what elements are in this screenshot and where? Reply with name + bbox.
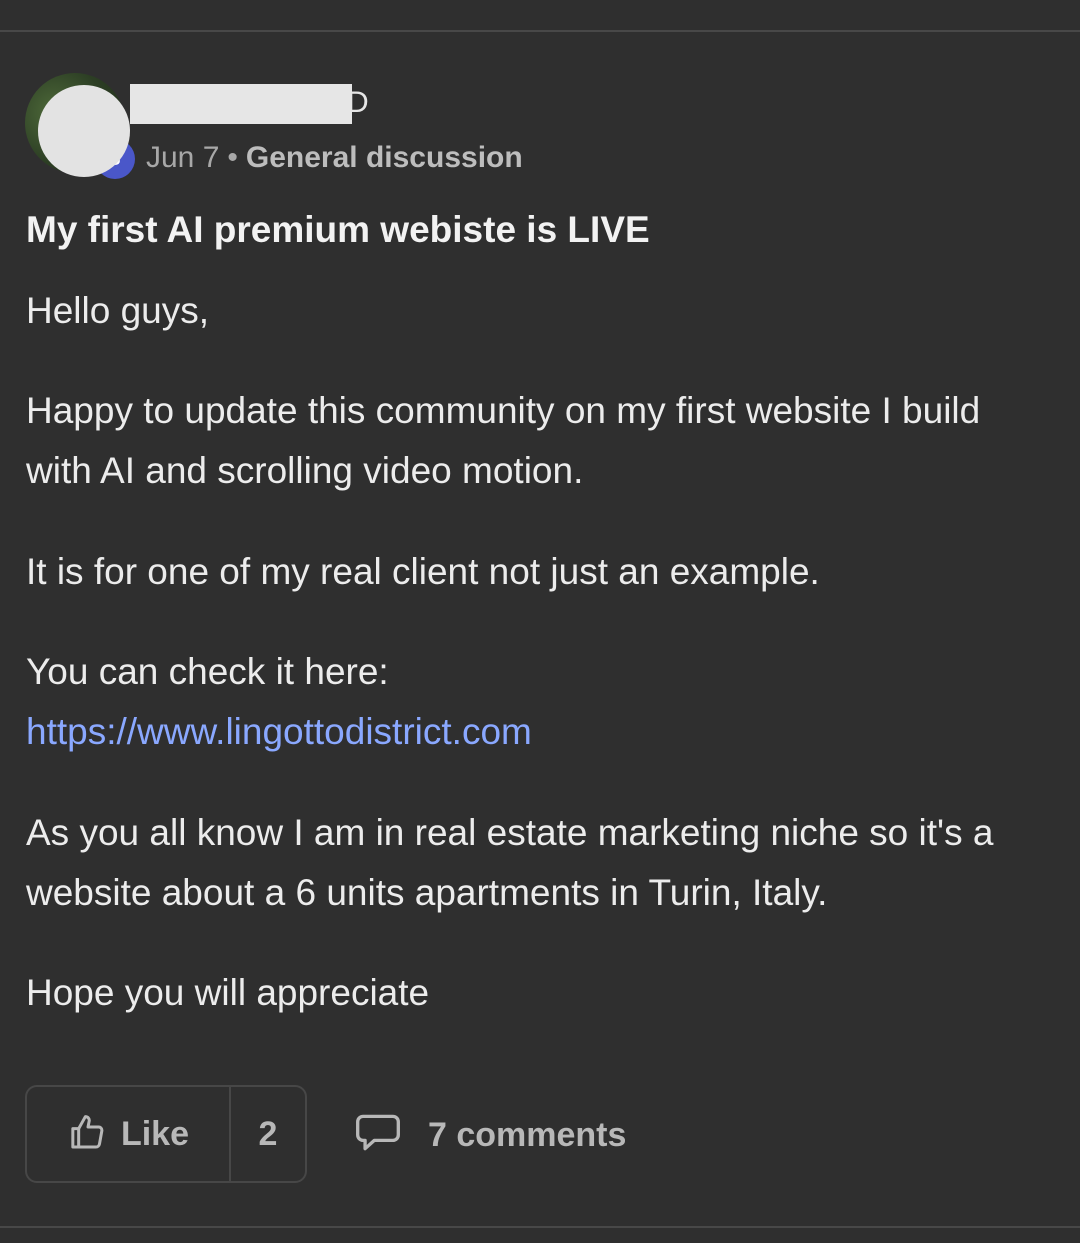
top-divider: [0, 30, 1080, 32]
post-date: Jun 7: [146, 141, 220, 174]
comments-button[interactable]: 7 comments: [354, 1110, 626, 1160]
post-paragraph-5: Hope you will appreciate: [26, 972, 430, 1013]
author-avatar[interactable]: 3: [25, 73, 137, 185]
bottom-divider: [0, 1226, 1080, 1228]
post-paragraph-4: As you all know I am in real estate mark…: [26, 812, 994, 913]
post-paragraph-2: It is for one of my real client not just…: [26, 551, 820, 592]
author-name-redacted: [130, 84, 352, 124]
post-paragraph-1: Happy to update this community on my fir…: [26, 390, 981, 491]
post-category[interactable]: General discussion: [246, 141, 523, 174]
like-count[interactable]: 2: [231, 1087, 305, 1181]
like-group: Like 2: [25, 1085, 307, 1183]
author-name-tail: D: [347, 86, 369, 119]
speech-bubble-icon: [354, 1112, 402, 1159]
like-label: Like: [120, 1114, 190, 1153]
post-paragraph-3: You can check it here:: [26, 651, 389, 692]
thumbs-up-icon: [67, 1112, 107, 1157]
meta-separator: •: [227, 141, 238, 174]
like-button[interactable]: Like: [27, 1087, 231, 1181]
comments-label: 7 comments: [428, 1115, 627, 1154]
post-title: My first AI premium webiste is LIVE: [26, 209, 650, 250]
avatar-redaction: [38, 85, 130, 177]
post-meta: Jun 7 • General discussion: [146, 138, 523, 178]
post-greeting: Hello guys,: [26, 290, 210, 331]
post-link[interactable]: https://www.lingottodistrict.com: [26, 702, 1056, 762]
